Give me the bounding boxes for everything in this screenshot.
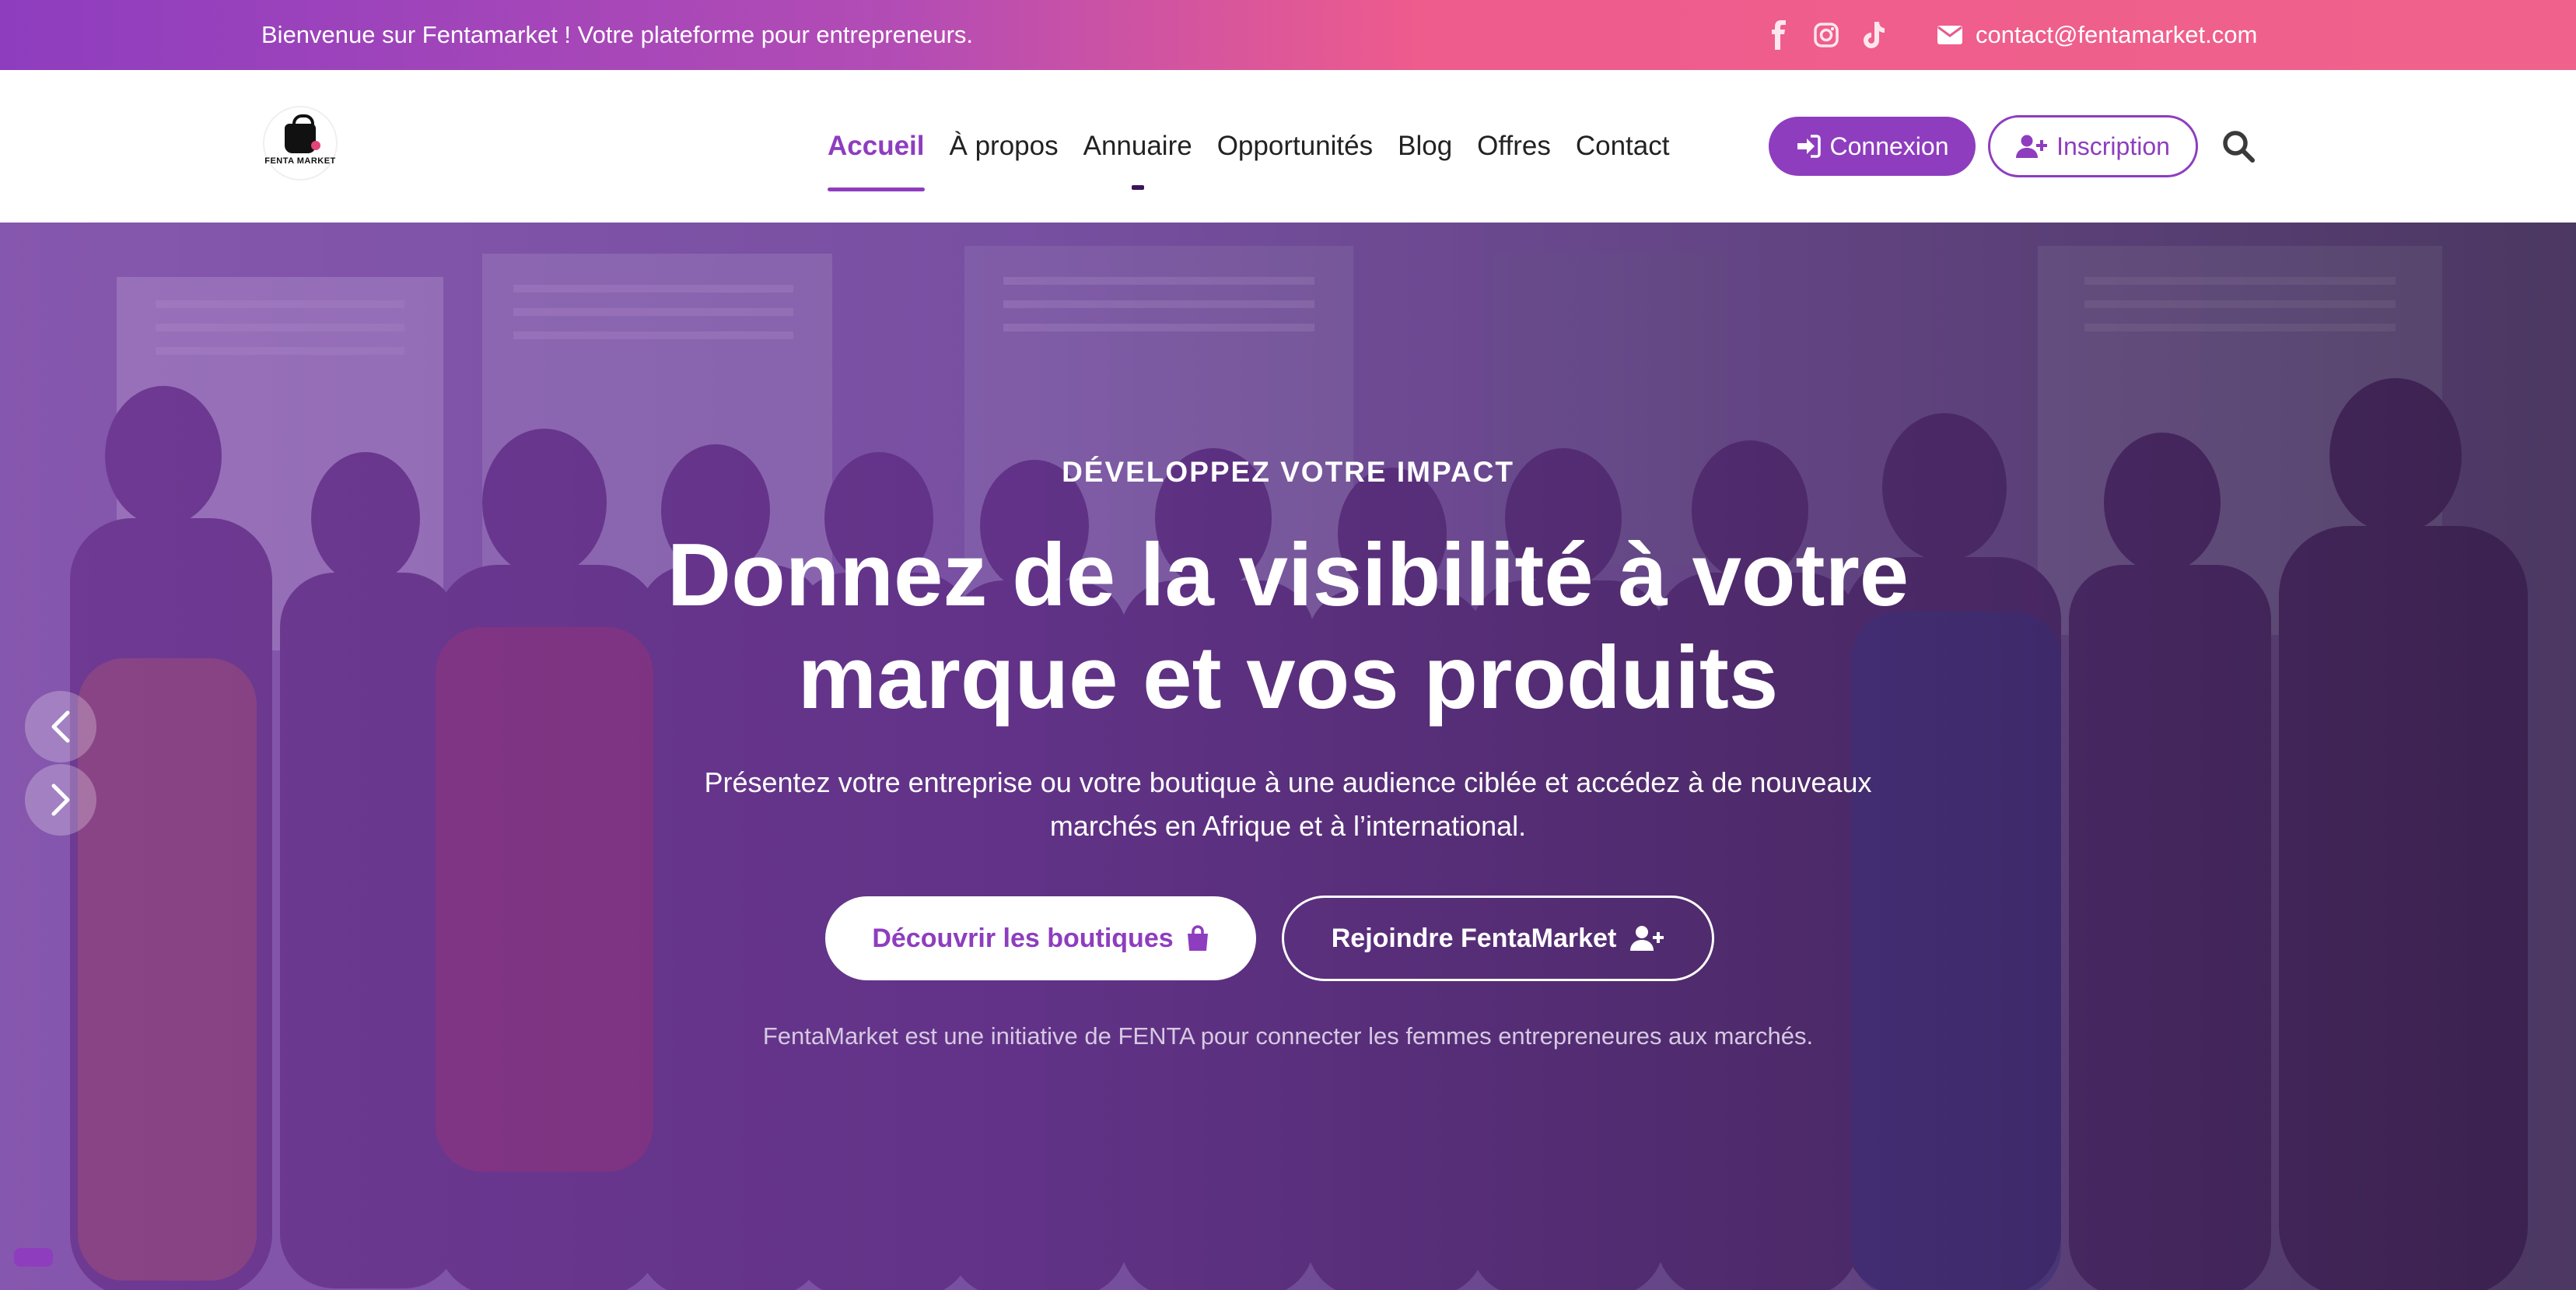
hero-title: Donnez de la visibilité à votre marque e…	[510, 524, 2066, 730]
facebook-icon[interactable]	[1766, 19, 1794, 51]
tiktok-icon[interactable]	[1859, 19, 1887, 51]
top-bar: Bienvenue sur Fentamarket ! Votre platef…	[0, 0, 2576, 70]
envelope-icon	[1937, 26, 1962, 44]
chevron-left-icon	[51, 710, 70, 743]
sign-in-icon	[1797, 135, 1821, 158]
search-button[interactable]	[2221, 129, 2256, 163]
chevron-right-icon	[51, 783, 70, 816]
instagram-icon[interactable]	[1812, 19, 1840, 51]
contact-email: contact@fentamarket.com	[1976, 21, 2258, 48]
nav-item-accueil[interactable]: Accueil	[828, 70, 937, 223]
nav-item-a-propos[interactable]: À propos	[937, 70, 1071, 223]
hero-overlay	[0, 223, 2576, 1290]
site-logo[interactable]: FENTA MARKET	[264, 107, 336, 179]
social-links	[1766, 19, 1887, 51]
user-plus-icon	[1630, 926, 1664, 951]
hero-slider: DÉVELOPPEZ VOTRE IMPACT Donnez de la vis…	[0, 223, 2576, 1290]
slider-prev-button[interactable]	[25, 691, 96, 762]
hero-title-line-2: marque et vos produits	[797, 629, 1779, 727]
signup-button[interactable]: Inscription	[1988, 115, 2198, 177]
join-fentamarket-label: Rejoindre FentaMarket	[1331, 923, 1617, 953]
join-fentamarket-button[interactable]: Rejoindre FentaMarket	[1282, 896, 1714, 981]
hero-footnote: FentaMarket est une initiative de FENTA …	[762, 1022, 1814, 1050]
nav-item-blog[interactable]: Blog	[1385, 70, 1465, 223]
hero-title-line-1: Donnez de la visibilité à votre	[667, 526, 1909, 625]
nav-item-annuaire[interactable]: Annuaire	[1071, 70, 1205, 223]
hero-eyebrow: DÉVELOPPEZ VOTRE IMPACT	[1062, 456, 1514, 488]
discover-shops-label: Découvrir les boutiques	[872, 923, 1174, 953]
main-navbar: FENTA MARKET Accueil À propos Annuaire O…	[0, 70, 2576, 223]
welcome-message: Bienvenue sur Fentamarket ! Votre platef…	[261, 21, 973, 48]
logo-text: FENTA MARKET	[264, 156, 336, 166]
nav-item-opportunites[interactable]: Opportunités	[1205, 70, 1385, 223]
contact-email-link[interactable]: contact@fentamarket.com	[1937, 0, 2257, 70]
nav-item-contact[interactable]: Contact	[1563, 70, 1682, 223]
shopping-bag-icon	[1187, 925, 1208, 951]
hero-description-line-1: Présentez votre entreprise ou votre bout…	[704, 766, 1872, 798]
login-label: Connexion	[1829, 131, 1949, 160]
chat-widget-button[interactable]	[14, 1248, 53, 1267]
login-button[interactable]: Connexion	[1769, 117, 1976, 176]
user-plus-icon	[2016, 135, 2048, 158]
main-menu: Accueil À propos Annuaire Opportunités B…	[828, 70, 1682, 223]
search-icon	[2223, 131, 2255, 163]
hero-description-line-2: marchés en Afrique et à l’international.	[1049, 810, 1527, 842]
hero-description: Présentez votre entreprise ou votre bout…	[588, 761, 1988, 848]
discover-shops-button[interactable]: Découvrir les boutiques	[825, 896, 1256, 980]
shopping-bag-icon	[285, 114, 320, 153]
nav-item-offres[interactable]: Offres	[1465, 70, 1563, 223]
slider-next-button[interactable]	[25, 764, 96, 836]
signup-label: Inscription	[2056, 131, 2170, 160]
